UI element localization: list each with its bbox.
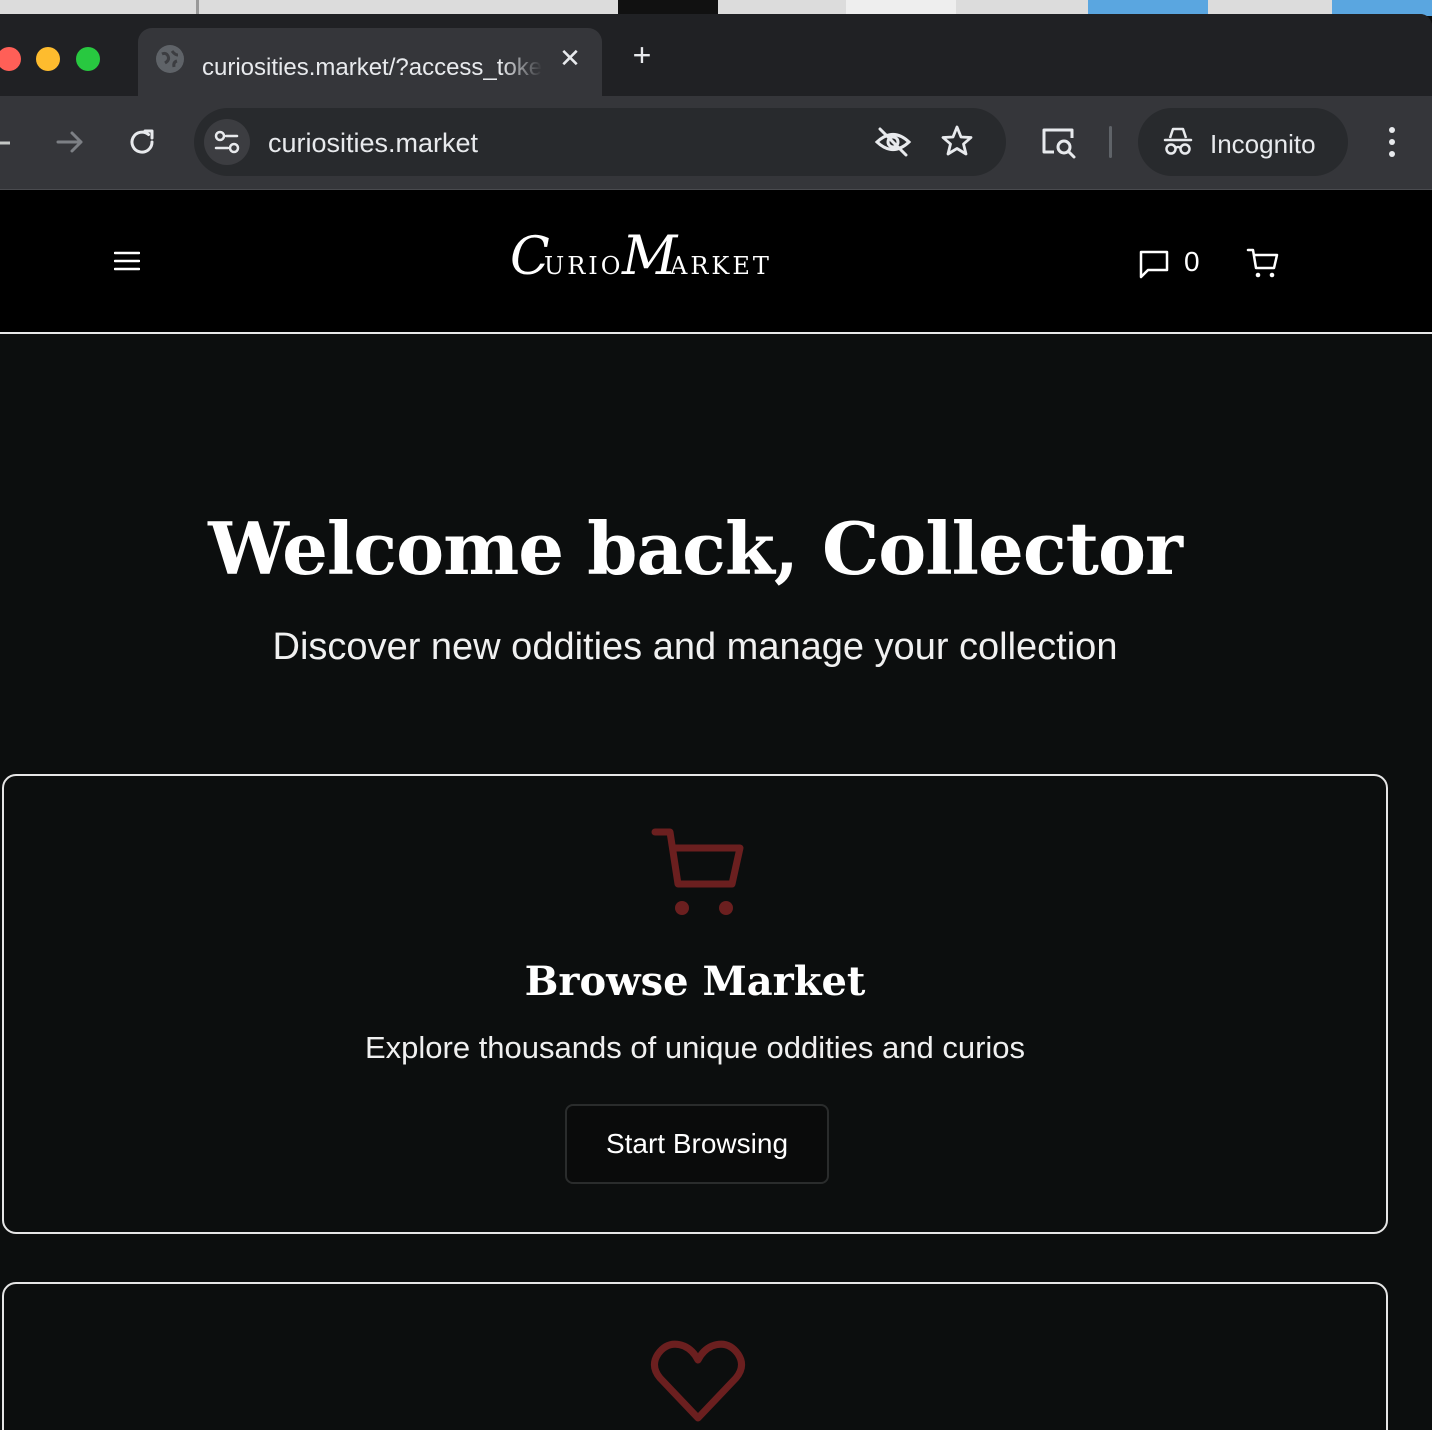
forward-icon[interactable] — [54, 126, 86, 163]
messages-icon[interactable] — [1138, 248, 1170, 285]
web-page: C URIO M ARKET 0 Welcome back, Collector… — [0, 190, 1432, 1430]
more-menu-icon[interactable] — [1382, 124, 1402, 165]
browse-market-card: Browse Market Explore thousands of uniqu… — [2, 774, 1388, 1234]
cart-icon[interactable] — [1246, 246, 1280, 285]
site-header: C URIO M ARKET 0 — [0, 190, 1432, 334]
card-description: Explore thousands of unique oddities and… — [364, 1030, 1026, 1065]
cart-icon — [650, 826, 746, 927]
eye-off-icon[interactable] — [874, 126, 912, 163]
incognito-icon — [1162, 126, 1194, 163]
favorites-card — [2, 1282, 1388, 1430]
back-icon[interactable] — [0, 126, 14, 165]
heart-icon — [650, 1338, 746, 1430]
tab-close-icon[interactable]: ✕ — [556, 44, 584, 72]
reload-icon[interactable] — [126, 126, 158, 163]
tab-title: curiosities.market/?access_token — [202, 54, 542, 81]
svg-text:ARKET: ARKET — [669, 252, 772, 280]
browser-window: curiosities.market/?access_token ✕ + cur… — [0, 14, 1432, 1430]
welcome-heading: Welcome back, Collector — [208, 506, 1183, 591]
messages-count: 0 — [1184, 246, 1200, 277]
tab-strip: curiosities.market/?access_token ✕ + — [0, 14, 1432, 96]
url-text[interactable]: curiosities.market — [268, 128, 478, 159]
globe-icon — [156, 45, 184, 73]
svg-text:URIO: URIO — [544, 252, 623, 280]
minimize-window-button[interactable] — [36, 47, 60, 71]
zoom-window-button[interactable] — [76, 47, 100, 71]
toolbar-separator — [1109, 126, 1112, 158]
card-title: Browse Market — [524, 958, 866, 1005]
start-browsing-button[interactable]: Start Browsing — [565, 1104, 829, 1184]
tab-active[interactable]: curiosities.market/?access_token ✕ — [138, 28, 602, 96]
site-logo[interactable]: C URIO M ARKET — [510, 224, 790, 288]
address-bar[interactable]: curiosities.market — [194, 108, 1006, 176]
star-icon[interactable] — [940, 124, 974, 163]
google-lens-icon[interactable] — [1040, 124, 1078, 165]
incognito-label: Incognito — [1210, 129, 1316, 159]
site-settings-icon[interactable] — [204, 119, 250, 165]
incognito-indicator[interactable]: Incognito — [1138, 108, 1348, 176]
hamburger-menu-icon[interactable] — [113, 250, 141, 277]
close-window-button[interactable] — [0, 47, 21, 71]
new-tab-button[interactable]: + — [626, 39, 658, 72]
browser-toolbar: curiosities.market Incognito — [0, 96, 1432, 190]
welcome-subtitle: Discover new oddities and manage your co… — [272, 626, 1118, 668]
